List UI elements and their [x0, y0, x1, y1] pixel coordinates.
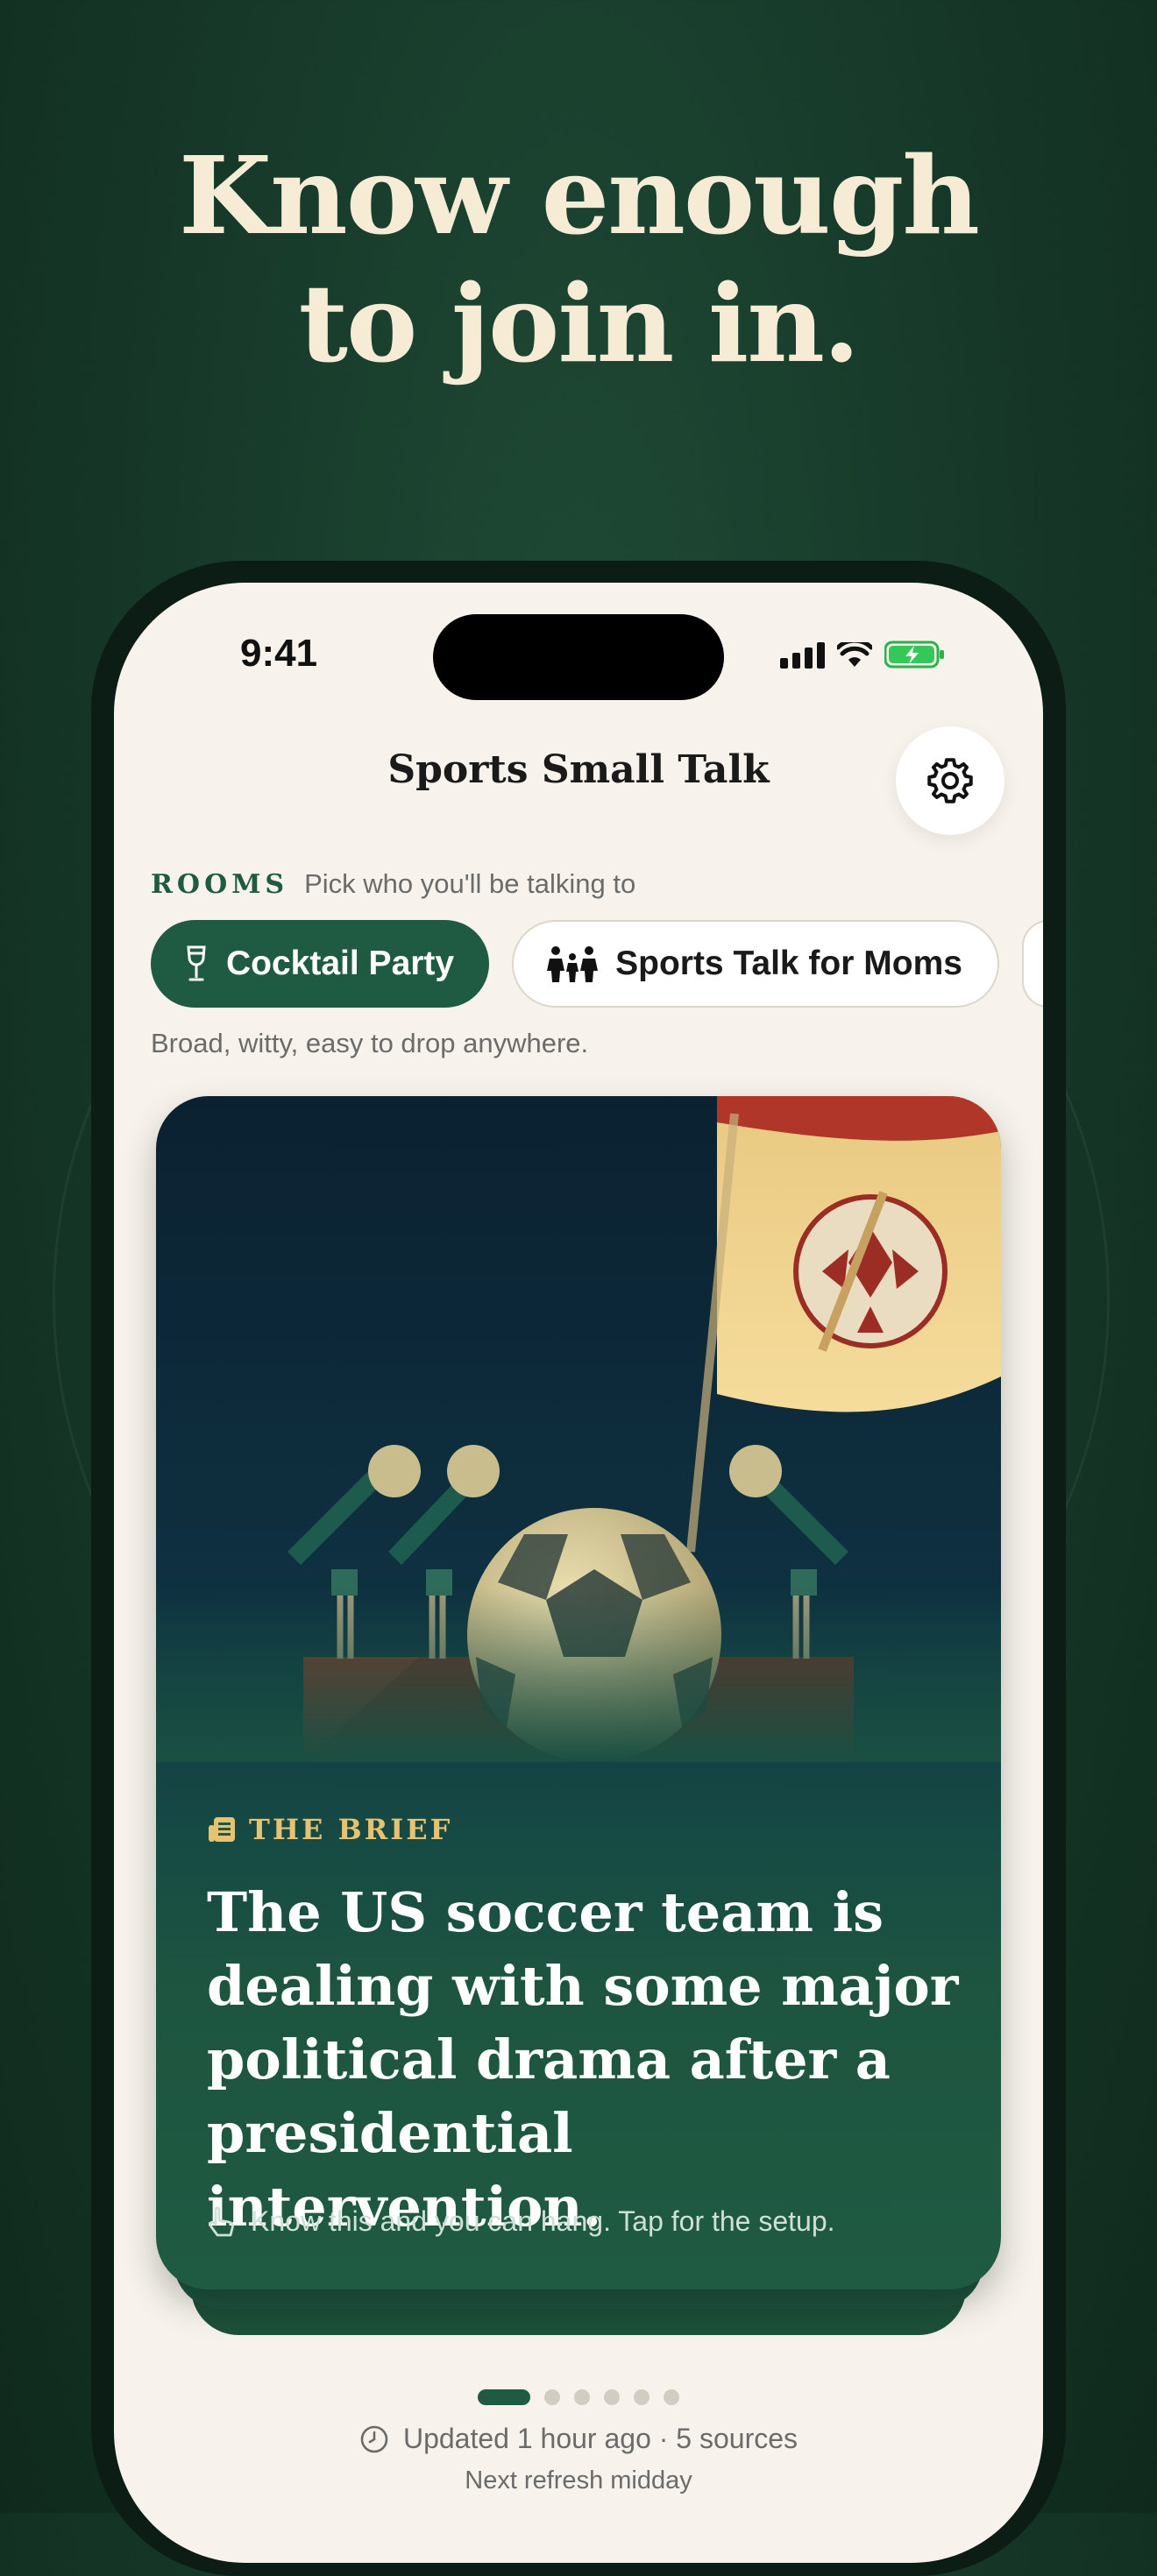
wine-glass-icon — [187, 945, 206, 981]
page-dot — [604, 2389, 620, 2405]
page-indicator[interactable] — [114, 2389, 1043, 2405]
marketing-headline: Know enough to join in. — [0, 131, 1157, 387]
settings-button[interactable] — [896, 726, 1004, 835]
chip-more[interactable] — [1021, 920, 1043, 1008]
newspaper-icon — [209, 1817, 235, 1842]
room-chips: Cocktail Party Sports Talk for Moms — [151, 920, 1043, 1008]
wifi-icon — [837, 642, 872, 667]
next-refresh: Next refresh midday — [465, 2466, 692, 2495]
tap-hand-icon — [209, 2205, 234, 2236]
dynamic-island — [433, 614, 724, 700]
page-dot — [574, 2389, 590, 2405]
page-dot — [664, 2389, 679, 2405]
card-hint-text: Know this and you can hang. Tap for the … — [251, 2205, 835, 2237]
card-headline: The US soccer team is dealing with some … — [207, 1880, 959, 2239]
rooms-header: ROOMS Pick who you'll be talking to — [151, 868, 635, 900]
chip-cocktail-party[interactable]: Cocktail Party — [151, 920, 490, 1008]
gear-icon — [927, 758, 973, 803]
cellular-signal-icon — [780, 642, 825, 669]
chip-sports-talk-for-moms[interactable]: Sports Talk for Moms — [512, 920, 999, 1008]
rooms-label: ROOMS — [151, 869, 289, 900]
brief-kicker: THE BRIEF — [207, 1813, 452, 1846]
clock-icon — [360, 2425, 388, 2452]
card-hint: Know this and you can hang. Tap for the … — [207, 2205, 835, 2238]
family-icon — [547, 946, 599, 982]
status-time: 9:41 — [240, 632, 318, 675]
chip-label: Sports Talk for Moms — [615, 945, 962, 982]
page-dot — [544, 2389, 560, 2405]
brief-card[interactable]: THE BRIEF The US soccer team is dealing … — [156, 1096, 1001, 2289]
headline-line-2: to join in. — [298, 260, 861, 386]
chip-label: Cocktail Party — [226, 945, 455, 982]
battery-charging-icon — [884, 640, 944, 669]
brief-label: THE BRIEF — [249, 1813, 453, 1846]
phone-screen: 9:41 Sports Small Talk ROOMS Pick who yo… — [114, 583, 1043, 2563]
status-icons — [780, 640, 946, 669]
card-illustration — [156, 1096, 1001, 1762]
updated-text: Updated 1 hour ago · 5 sources — [402, 2423, 799, 2454]
updated-status: Updated 1 hour ago · 5 sources — [114, 2423, 1043, 2455]
rooms-hint: Pick who you'll be talking to — [304, 868, 636, 899]
page-dot-active — [478, 2389, 530, 2405]
headline-line-1: Know enough — [178, 132, 980, 258]
page-dot — [634, 2389, 649, 2405]
room-description: Broad, witty, easy to drop anywhere. — [151, 1028, 589, 1058]
